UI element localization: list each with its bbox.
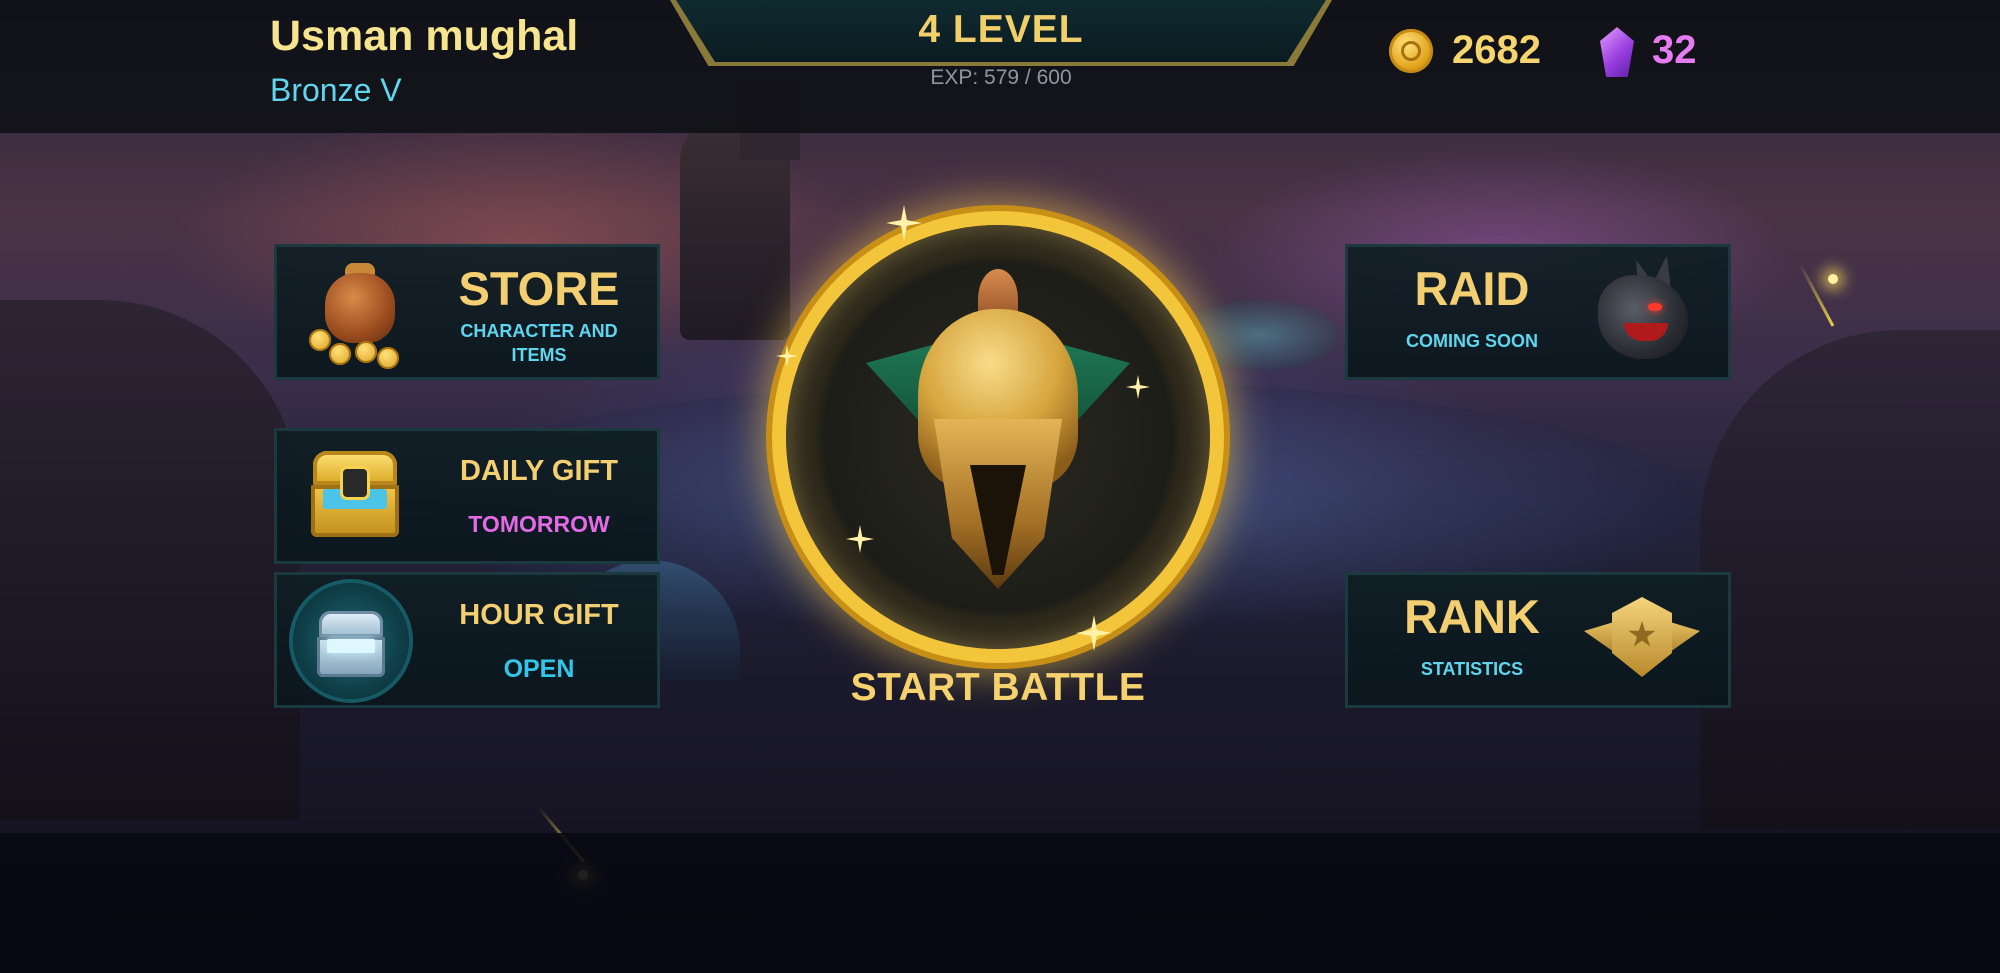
gold-coin-icon	[1389, 29, 1433, 73]
raid-button[interactable]: RAID COMING SOON	[1345, 244, 1731, 380]
store-subtitle: CHARACTER AND ITEMS	[460, 321, 618, 365]
star-sparkle	[1828, 274, 1838, 284]
gold-chest-icon	[307, 451, 403, 541]
golden-helmet-icon	[866, 269, 1130, 609]
start-battle-label[interactable]: START BATTLE	[786, 666, 1210, 710]
exp-progress: EXP: 579 / 600	[930, 66, 1072, 89]
player-name: Usman mughal	[270, 12, 579, 60]
dragon-icon	[1588, 253, 1698, 369]
shooting-star	[1798, 263, 1835, 327]
rank-subtitle: STATISTICS	[1420, 659, 1524, 679]
hour-gift-title: HOUR GIFT	[459, 599, 619, 631]
daily-gift-status: TOMORROW	[468, 511, 610, 537]
rank-badge-icon	[1584, 593, 1700, 693]
gem-balance: 32	[1652, 28, 1697, 72]
level-label: 4 LEVEL	[918, 8, 1084, 51]
rank-title: RANK	[1404, 590, 1540, 643]
left-cliff	[0, 300, 300, 820]
store-title: STORE	[458, 262, 620, 315]
store-button[interactable]: STORE CHARACTER AND ITEMS	[274, 244, 660, 380]
coin-balance: 2682	[1452, 28, 1541, 72]
floating-arena	[1180, 300, 1340, 370]
player-rank: Bronze V	[270, 72, 402, 108]
daily-gift-button[interactable]: DAILY GIFT TOMORROW	[274, 428, 660, 564]
raid-title: RAID	[1414, 262, 1530, 315]
daily-gift-title: DAILY GIFT	[460, 455, 618, 487]
start-battle-button[interactable]	[776, 205, 1210, 651]
hour-gift-status: OPEN	[503, 655, 575, 683]
bottom-bar	[0, 833, 2000, 973]
raid-subtitle: COMING SOON	[1405, 331, 1538, 351]
rank-button[interactable]: RANK STATISTICS	[1345, 572, 1731, 708]
coin-bag-icon	[307, 263, 403, 369]
right-cliff	[1700, 330, 2000, 830]
silver-chest-icon	[293, 583, 409, 699]
hour-gift-button[interactable]: HOUR GIFT OPEN	[274, 572, 660, 708]
